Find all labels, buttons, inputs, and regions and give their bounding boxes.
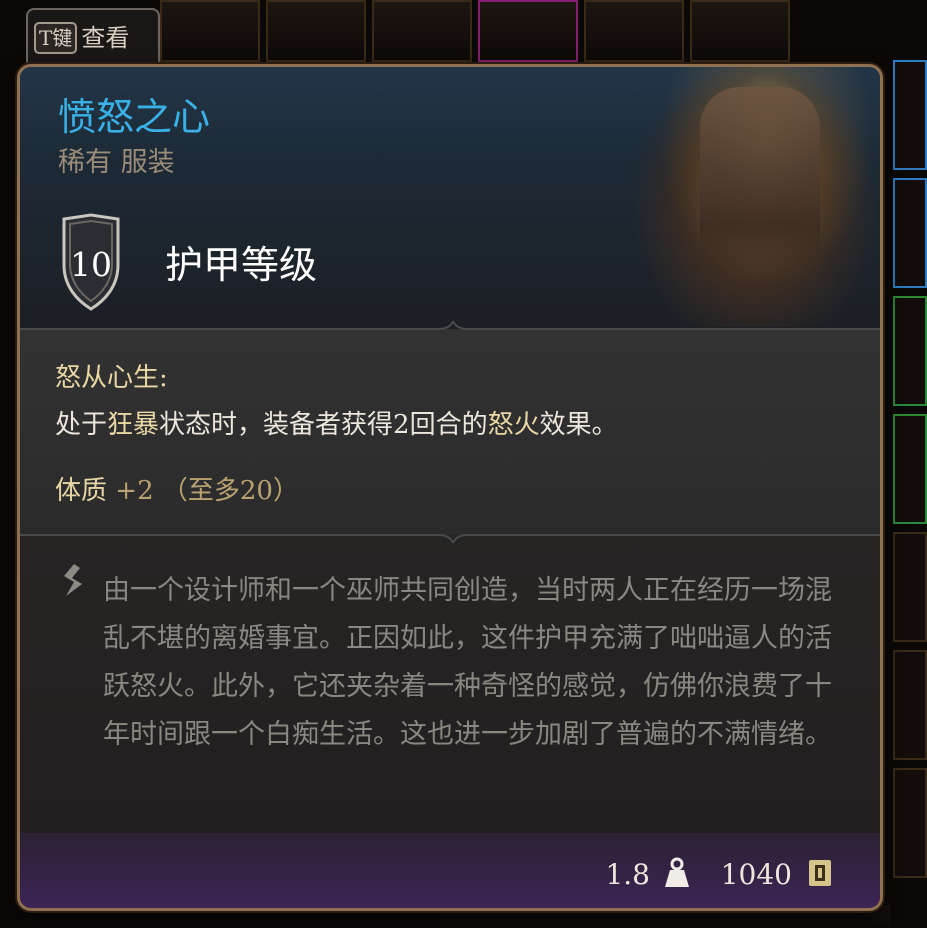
stat-cap: （至多20）: [161, 476, 299, 506]
inventory-slot[interactable]: [690, 0, 790, 62]
inspect-hotkey-tab[interactable]: T键 查看: [26, 8, 160, 66]
stat-value: +2: [115, 476, 154, 506]
gold-coin-icon: [809, 860, 831, 886]
inventory-slot[interactable]: [584, 0, 684, 62]
section-divider: [20, 534, 880, 543]
inventory-slot[interactable]: [893, 532, 927, 642]
quote-icon: [64, 564, 82, 596]
inventory-slot[interactable]: [893, 768, 927, 878]
inventory-slot[interactable]: [893, 650, 927, 760]
inventory-top-row: [160, 0, 927, 852]
hotkey-label: 查看: [81, 24, 130, 52]
item-tooltip: 愤怒之心 稀有 服装 10 护甲等级 怒从心生: 处于狂暴状态时，装备者获得2回…: [17, 64, 883, 911]
item-weight: 1.8: [605, 858, 650, 891]
inventory-right-column: [893, 60, 927, 928]
inventory-slot[interactable]: [478, 0, 578, 62]
lore-text: 由一个设计师和一个巫师共同创造，当时两人正在经历一场混乱不堪的离婚事宜。正因如此…: [103, 575, 832, 750]
armor-class-value: 10: [70, 245, 112, 284]
inventory-slot[interactable]: [893, 60, 927, 170]
hotkey-key: T键: [34, 22, 78, 54]
inventory-slot[interactable]: [893, 296, 927, 406]
item-name: 愤怒之心: [58, 95, 211, 139]
stat-bonus-line: 体质 +2 （至多20）: [55, 473, 299, 509]
inventory-slot[interactable]: [893, 178, 927, 288]
effect-name: 怒从心生:: [55, 363, 168, 393]
item-value: 1040: [720, 858, 792, 891]
inventory-slot[interactable]: [372, 0, 472, 62]
item-rarity-type: 稀有 服装: [58, 147, 175, 178]
inventory-slot[interactable]: [266, 0, 366, 62]
effect-description: 处于狂暴状态时，装备者获得2回合的怒火效果。: [55, 410, 618, 440]
stat-name[interactable]: 体质: [55, 476, 107, 506]
section-divider: [20, 321, 880, 330]
weight-icon: [665, 857, 689, 887]
inventory-slot[interactable]: [160, 0, 260, 62]
item-armor-image: [630, 67, 880, 327]
keyword-rage[interactable]: 狂暴: [107, 410, 159, 440]
keyword-wrath[interactable]: 怒火: [488, 410, 540, 440]
inventory-slot[interactable]: [893, 414, 927, 524]
armor-class-label: 护甲等级: [165, 243, 318, 287]
